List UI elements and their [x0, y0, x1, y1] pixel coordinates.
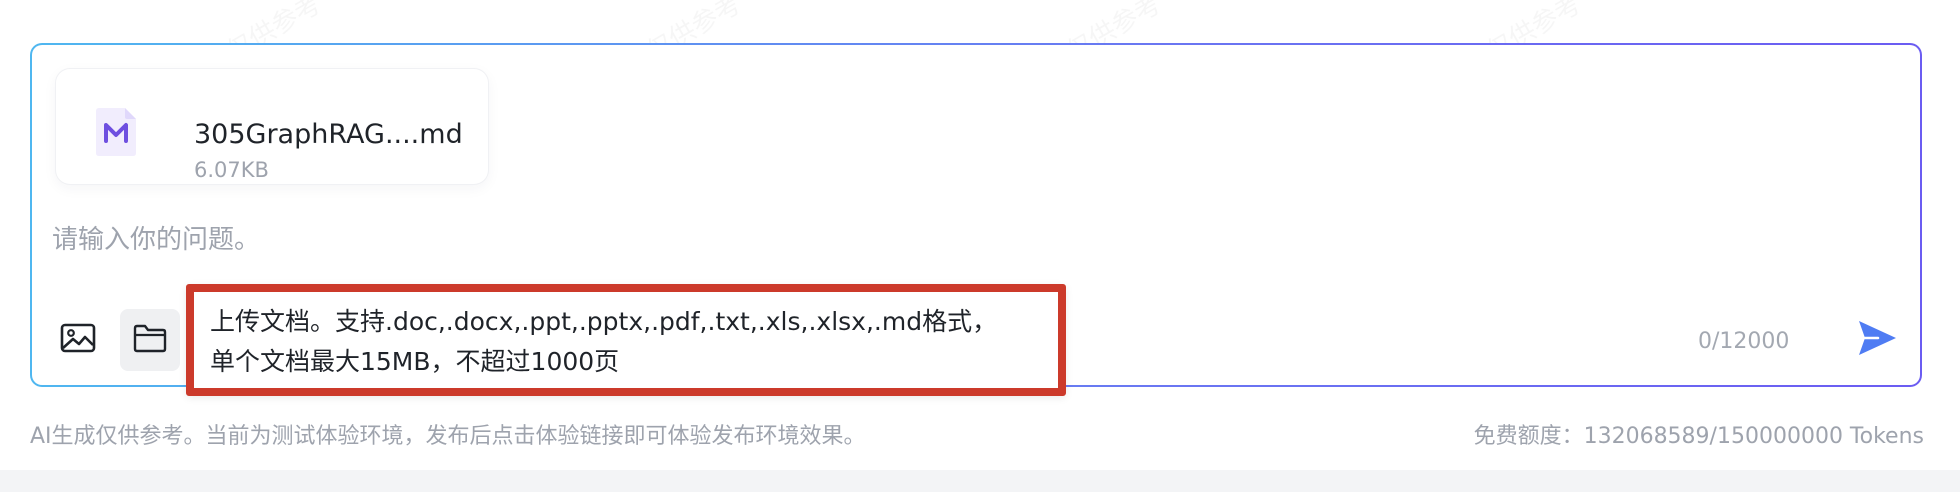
attachment-size: 6.07KB [194, 158, 269, 182]
attachment-name: 305GraphRAG....md [194, 119, 463, 150]
send-button[interactable] [1852, 315, 1902, 365]
markdown-file-icon [96, 108, 136, 156]
upload-document-tooltip: 上传文档。支持.doc,.docx,.ppt,.pptx,.pdf,.txt,.… [186, 284, 1066, 396]
upload-image-button[interactable] [52, 309, 104, 371]
bottom-bar [0, 470, 1960, 492]
tooltip-line-formats: 上传文档。支持.doc,.docx,.ppt,.pptx,.pdf,.txt,.… [210, 307, 998, 336]
token-quota: 免费额度：132068589/150000000 Tokens [1473, 424, 1924, 449]
image-icon [60, 322, 96, 358]
upload-document-button[interactable] [120, 309, 180, 371]
question-input[interactable] [52, 220, 1752, 260]
send-icon [1856, 317, 1898, 363]
character-count: 0/12000 [1698, 329, 1790, 354]
folder-icon [133, 323, 167, 357]
disclaimer-text: AI生成仅供参考。当前为测试体验环境，发布后点击体验链接即可体验发布环境效果。 [30, 424, 866, 449]
attachment-card[interactable]: 305GraphRAG....md 6.07KB [56, 69, 488, 184]
tooltip-line-limits: 单个文档最大15MB，不超过1000页 [210, 347, 620, 376]
